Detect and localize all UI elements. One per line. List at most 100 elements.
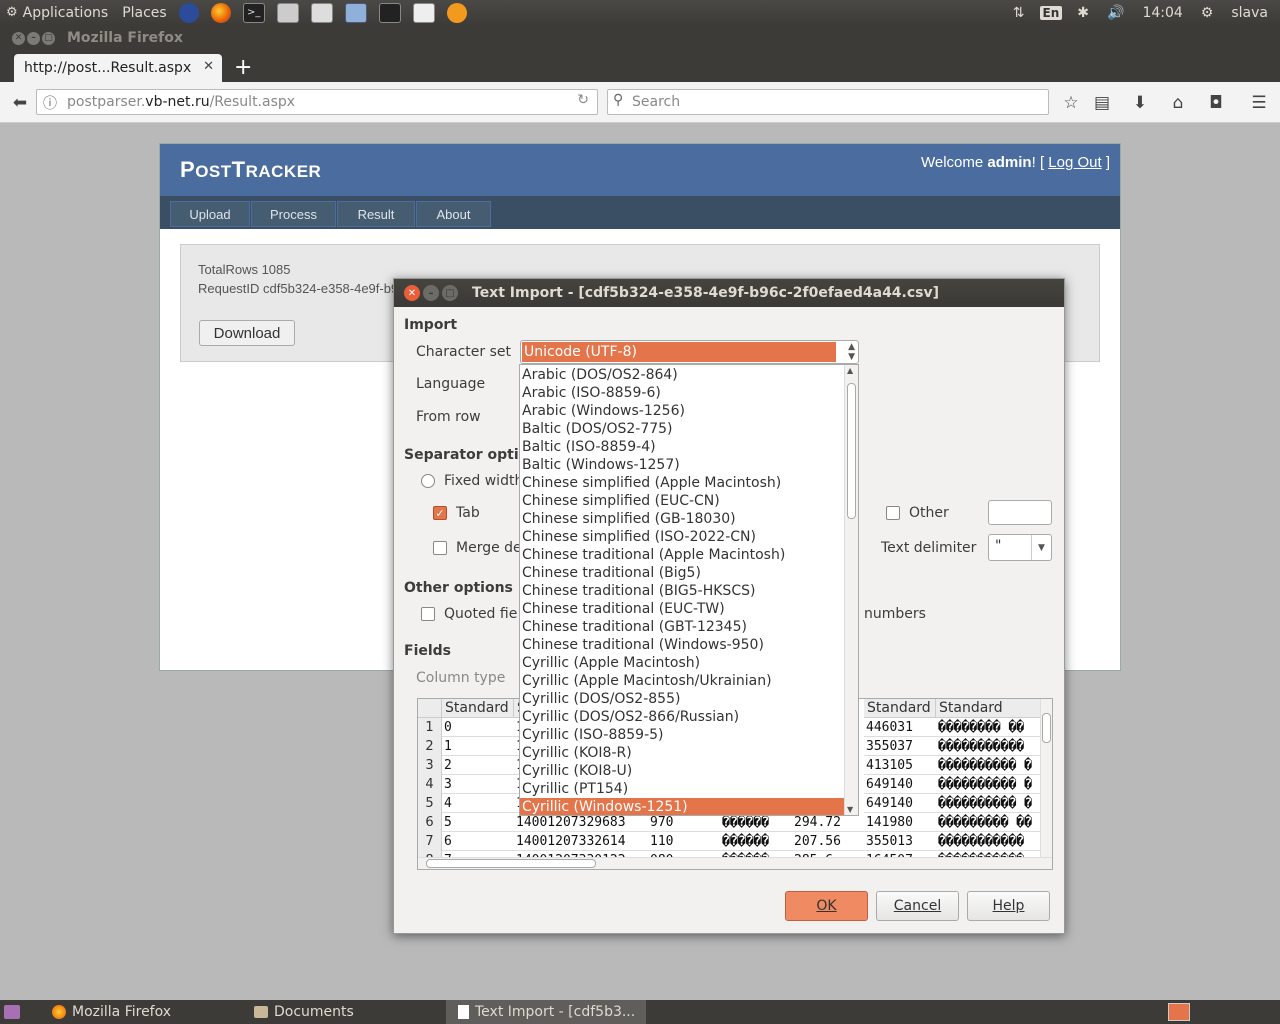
chevron-down-icon[interactable]: ▼ — [847, 805, 853, 814]
charset-option[interactable]: Chinese simplified (ISO-2022-CN) — [522, 528, 846, 546]
column-header[interactable]: Standard — [864, 699, 936, 718]
search-input[interactable]: ⚲ Search — [607, 89, 1049, 115]
camera-launcher-icon[interactable] — [276, 2, 299, 23]
maximize-icon[interactable]: □ — [42, 31, 55, 45]
taskbar-documents[interactable]: Documents — [242, 1000, 442, 1024]
charset-dropdown-list[interactable]: Arabic (DOS/OS2-864) Arabic (ISO-8859-6) A… — [519, 364, 859, 816]
vertical-scrollbar[interactable] — [1040, 699, 1052, 857]
charset-option[interactable]: Cyrillic (KOI8-R) — [522, 744, 846, 762]
charset-option[interactable]: Cyrillic (PT154) — [522, 780, 846, 798]
charset-option[interactable]: Cyrillic (KOI8-U) — [522, 762, 846, 780]
browser-tab[interactable]: http://post...Result.aspx ✕ — [14, 54, 222, 82]
charset-option[interactable]: Cyrillic (ISO-8859-5) — [522, 726, 846, 744]
row-number: 7 — [418, 832, 442, 851]
charset-option[interactable]: Chinese simplified (EUC-CN) — [522, 492, 846, 510]
charset-option[interactable]: Arabic (DOS/OS2-864) — [522, 366, 846, 384]
logout-link[interactable]: Log Out — [1048, 154, 1101, 171]
charset-option[interactable]: Chinese traditional (BIG5-HKSCS) — [522, 582, 846, 600]
text-editor-launcher-icon[interactable] — [412, 2, 435, 23]
cancel-button[interactable]: Cancel — [876, 891, 959, 921]
close-icon[interactable]: ✕ — [404, 285, 420, 301]
minimize-icon[interactable]: – — [27, 31, 40, 45]
maximize-icon[interactable]: □ — [442, 285, 458, 301]
charset-option[interactable]: Chinese traditional (Big5) — [522, 564, 846, 582]
box-launcher-icon[interactable] — [344, 2, 367, 23]
places-menu[interactable]: Places — [122, 5, 167, 21]
merge-delimiters-checkbox[interactable] — [433, 541, 447, 555]
charset-option[interactable]: Chinese traditional (EUC-TW) — [522, 600, 846, 618]
file-manager-launcher-icon[interactable] — [310, 2, 333, 23]
url-bar[interactable]: ⓘ postparser. vb-net.ru/Result.aspx ↻ — [36, 89, 598, 115]
charset-select[interactable]: Unicode (UTF-8) ▲ ▼ — [520, 340, 859, 364]
info-icon[interactable]: ⓘ — [43, 93, 57, 113]
new-tab-icon[interactable]: + — [234, 55, 252, 80]
chevron-down-icon[interactable]: ▼ — [1031, 535, 1051, 560]
network-icon[interactable]: ⇅ — [1004, 5, 1034, 21]
show-desktop-icon[interactable] — [4, 1000, 20, 1024]
charset-option[interactable]: Baltic (Windows-1257) — [522, 456, 846, 474]
other-separator-input[interactable] — [988, 500, 1052, 525]
column-header[interactable]: Standard — [442, 699, 514, 718]
menu-item-process[interactable]: Process — [251, 201, 336, 227]
menu-item-upload[interactable]: Upload — [170, 201, 250, 227]
charset-option[interactable]: Arabic (ISO-8859-6) — [522, 384, 846, 402]
gear-icon[interactable]: ⚙ — [1192, 5, 1223, 21]
column-header[interactable]: Standard — [936, 699, 1046, 718]
reload-icon[interactable]: ↻ — [577, 92, 589, 108]
hamburger-menu-icon[interactable]: ☰ — [1248, 90, 1270, 116]
charset-option[interactable]: Cyrillic (Apple Macintosh/Ukrainian) — [522, 672, 846, 690]
ok-button[interactable]: OK — [785, 891, 868, 921]
dropdown-scrollbar-thumb[interactable] — [847, 383, 856, 519]
tab-checkbox[interactable]: ✓ — [433, 506, 447, 520]
taskbar-text-import[interactable]: Text Import - [cdf5b3... — [446, 1000, 646, 1024]
download-button[interactable]: Download — [199, 320, 295, 346]
monitor-app-icon[interactable] — [178, 2, 199, 23]
dropdown-scrollbar[interactable]: ▲ ▼ — [844, 365, 858, 815]
terminal-launcher-icon[interactable]: >_ — [242, 2, 265, 23]
minimize-icon[interactable]: – — [423, 285, 439, 301]
charset-option[interactable]: Chinese traditional (Apple Macintosh) — [522, 546, 846, 564]
horizontal-scrollbar[interactable] — [418, 857, 1052, 869]
back-arrow-icon[interactable]: ⬅ — [6, 90, 34, 116]
charset-option[interactable]: Baltic (ISO-8859-4) — [522, 438, 846, 456]
taskbar-firefox[interactable]: Mozilla Firefox — [40, 1000, 240, 1024]
pocket-icon[interactable]: ◘ — [1205, 90, 1227, 116]
user-menu[interactable]: slava — [1222, 5, 1280, 21]
charset-option[interactable]: Cyrillic (Windows-1251) — [520, 798, 846, 815]
quoted-field-checkbox[interactable] — [421, 607, 435, 621]
menu-item-result[interactable]: Result — [337, 201, 415, 227]
home-icon[interactable]: ⌂ — [1167, 90, 1189, 116]
charset-option[interactable]: Chinese simplified (GB-18030) — [522, 510, 846, 528]
charset-option[interactable]: Baltic (DOS/OS2-775) — [522, 420, 846, 438]
other-checkbox[interactable] — [886, 506, 900, 520]
volume-icon[interactable]: 🔊 — [1098, 5, 1133, 21]
keyboard-layout-indicator[interactable]: En — [1039, 5, 1063, 20]
charset-option[interactable]: Cyrillic (DOS/OS2-855) — [522, 690, 846, 708]
download-icon[interactable]: ⬇ — [1129, 90, 1151, 116]
close-icon[interactable]: ✕ — [12, 31, 25, 45]
applications-menu[interactable]: ⚙ Applications — [6, 5, 108, 21]
close-tab-icon[interactable]: ✕ — [203, 59, 214, 74]
charset-option[interactable]: Cyrillic (DOS/OS2-866/Russian) — [522, 708, 846, 726]
reading-list-icon[interactable]: ▤ — [1091, 90, 1113, 116]
text-delimiter-combo[interactable]: " ▼ — [988, 534, 1052, 561]
scrollbar-thumb[interactable] — [1042, 713, 1051, 743]
charset-option[interactable]: Chinese traditional (GBT-12345) — [522, 618, 846, 636]
charset-option[interactable]: Arabic (Windows-1256) — [522, 402, 846, 420]
charset-option[interactable]: Chinese traditional (Windows-950) — [522, 636, 846, 654]
charset-option[interactable]: Chinese simplified (Apple Macintosh) — [522, 474, 846, 492]
bookmark-star-icon[interactable]: ☆ — [1060, 90, 1082, 116]
settings-launcher-icon[interactable] — [446, 2, 467, 23]
charset-option[interactable]: Cyrillic (Apple Macintosh) — [522, 654, 846, 672]
menu-item-about[interactable]: About — [416, 201, 491, 227]
chevron-up-down-icon[interactable]: ▲ ▼ — [848, 342, 855, 362]
firefox-launcher-icon[interactable] — [210, 2, 231, 23]
chevron-up-icon[interactable]: ▲ — [847, 366, 853, 375]
system-monitor-launcher-icon[interactable] — [378, 2, 401, 23]
help-button[interactable]: Help — [967, 891, 1050, 921]
fixed-width-radio[interactable] — [421, 474, 435, 488]
bluetooth-icon[interactable]: ✱ — [1068, 5, 1098, 21]
scrollbar-thumb[interactable] — [426, 859, 596, 868]
workspace-switcher[interactable] — [1168, 1000, 1194, 1024]
clock[interactable]: 14:04 — [1133, 5, 1191, 21]
